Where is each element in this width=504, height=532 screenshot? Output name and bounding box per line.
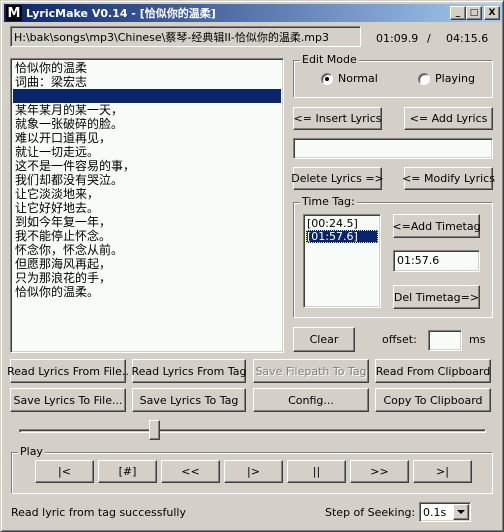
play-label: Play	[18, 445, 45, 458]
maximize-button[interactable]: □	[466, 6, 482, 20]
lyric-line[interactable]: 但愿那海风再起，	[13, 257, 281, 271]
add-timetag-button[interactable]: <=Add Timetag	[392, 214, 481, 238]
filepath-field: H:\bak\songs\mp3\Chinese\蔡琴-经典辑II-恰似你的温柔…	[10, 26, 361, 47]
lyric-line[interactable]: 我不能停止怀念。	[13, 229, 281, 243]
timetag-item[interactable]: [00:24.5]	[306, 217, 378, 230]
fast-forward-button[interactable]: >>	[350, 460, 409, 483]
rewind-button[interactable]: <<	[161, 460, 220, 483]
timetag-input[interactable]: 01:57.6	[393, 250, 480, 272]
lyric-line[interactable]	[13, 89, 281, 103]
window-title: LyricMake V0.14 - [恰似你的温柔]	[26, 7, 216, 20]
lyric-line[interactable]: 到如今年复一年，	[13, 215, 281, 229]
step-of-seeking-label: Step of Seeking:	[325, 506, 416, 519]
lyric-line[interactable]: 我们却都没有哭泣。	[13, 173, 281, 187]
radio-normal-circle	[321, 72, 333, 85]
maximize-icon: □	[469, 7, 479, 18]
read-lyrics-from-tag-button[interactable]: Read Lyrics From Tag	[132, 359, 247, 383]
play-button[interactable]: |>	[224, 460, 283, 483]
lyric-line[interactable]: 就象一张破碎的脸。	[13, 117, 281, 131]
radio-playing[interactable]: Playing	[418, 72, 475, 85]
modify-lyrics-button[interactable]: <= Modify Lyrics	[402, 167, 495, 190]
radio-normal-label: Normal	[338, 72, 378, 85]
current-time: 01:09.9	[376, 32, 419, 45]
radio-dot-icon	[325, 76, 329, 81]
main-window: M LyricMake V0.14 - [恰似你的温柔] _ □ X H:\ba…	[0, 0, 504, 532]
insert-lyrics-button[interactable]: <= Insert Lyrics	[293, 107, 382, 130]
radio-normal[interactable]: Normal	[321, 72, 378, 85]
lyric-line[interactable]: 恰似你的温柔。	[13, 285, 281, 299]
app-icon: M	[6, 5, 22, 21]
config-button[interactable]: Config...	[253, 388, 369, 412]
close-button[interactable]: X	[484, 6, 500, 20]
offset-unit: ms	[469, 333, 486, 346]
lyric-line[interactable]: 怀念你，怀念从前。	[13, 243, 281, 257]
pause-button[interactable]: ||	[287, 460, 346, 483]
time-separator: /	[427, 32, 431, 45]
copy-to-clipboard-button[interactable]: Copy To Clipboard	[375, 388, 491, 412]
minimize-button[interactable]: _	[450, 6, 466, 20]
timetag-item[interactable]: [01:57.6]	[306, 230, 378, 243]
title-bar[interactable]: M LyricMake V0.14 - [恰似你的温柔] _ □ X	[4, 4, 502, 22]
minimize-icon: _	[455, 7, 461, 18]
save-lyrics-to-tag-button[interactable]: Save Lyrics To Tag	[132, 388, 246, 412]
read-lyrics-from-file-button[interactable]: Read Lyrics From File..	[7, 359, 129, 383]
radio-playing-label: Playing	[435, 72, 475, 85]
lyric-line[interactable]: 难以开口道再见，	[13, 131, 281, 145]
seek-slider-track[interactable]	[19, 429, 486, 433]
radio-playing-circle	[418, 72, 430, 85]
seek-slider-thumb[interactable]	[149, 420, 161, 440]
lyric-line[interactable]: 让它好好地去。	[13, 201, 281, 215]
read-from-clipboard-button[interactable]: Read From Clipboard	[375, 359, 491, 383]
lyrics-list[interactable]: 恰似你的温柔 词曲：梁宏志 某年某月的某一天， 就象一张破碎的脸。 难以开口道再见， 就让…	[10, 58, 284, 353]
go-to-end-button[interactable]: >|	[413, 460, 472, 483]
lyric-line[interactable]: 这不是一件容易的事，	[13, 159, 281, 173]
offset-label: offset:	[382, 333, 417, 346]
save-lyrics-to-file-button[interactable]: Save Lyrics To File...	[10, 388, 126, 412]
del-timetag-button[interactable]: Del Timetag=>	[393, 285, 480, 309]
chevron-down-icon	[457, 510, 465, 514]
time-tag-label: Time Tag:	[300, 195, 357, 208]
lyric-line[interactable]: 恰似你的温柔	[13, 61, 281, 75]
lyric-line[interactable]: 让它淡淡地来，	[13, 187, 281, 201]
lyric-line[interactable]: 词曲：梁宏志	[13, 75, 281, 89]
status-message: Read lyric from tag successfully	[11, 506, 186, 519]
go-to-start-button[interactable]: |<	[35, 460, 94, 483]
timetag-list[interactable]: [00:24.5] [01:57.6]	[303, 214, 381, 308]
current-tag-button[interactable]: [#]	[98, 460, 157, 483]
lyric-line[interactable]: 某年某月的某一天，	[13, 103, 281, 117]
clear-button[interactable]: Clear	[293, 327, 355, 352]
dropdown-button[interactable]	[453, 504, 469, 520]
lyric-line[interactable]: 就让一切走远。	[13, 145, 281, 159]
add-lyrics-button[interactable]: <= Add Lyrics	[404, 107, 493, 130]
edit-mode-label: Edit Mode	[300, 53, 359, 66]
total-time: 04:15.6	[446, 32, 489, 45]
save-filepath-to-tag-button: Save Filepath To Tag	[253, 359, 369, 383]
offset-input[interactable]	[428, 330, 462, 351]
delete-lyrics-button[interactable]: Delete Lyrics =>	[291, 167, 384, 190]
step-of-seeking-value: 0.1s	[423, 505, 447, 519]
step-of-seeking-select[interactable]: 0.1s	[419, 502, 471, 522]
close-icon: X	[488, 7, 496, 18]
lyric-edit-input[interactable]	[293, 138, 493, 159]
lyric-line[interactable]: 只为那浪花的手，	[13, 271, 281, 285]
